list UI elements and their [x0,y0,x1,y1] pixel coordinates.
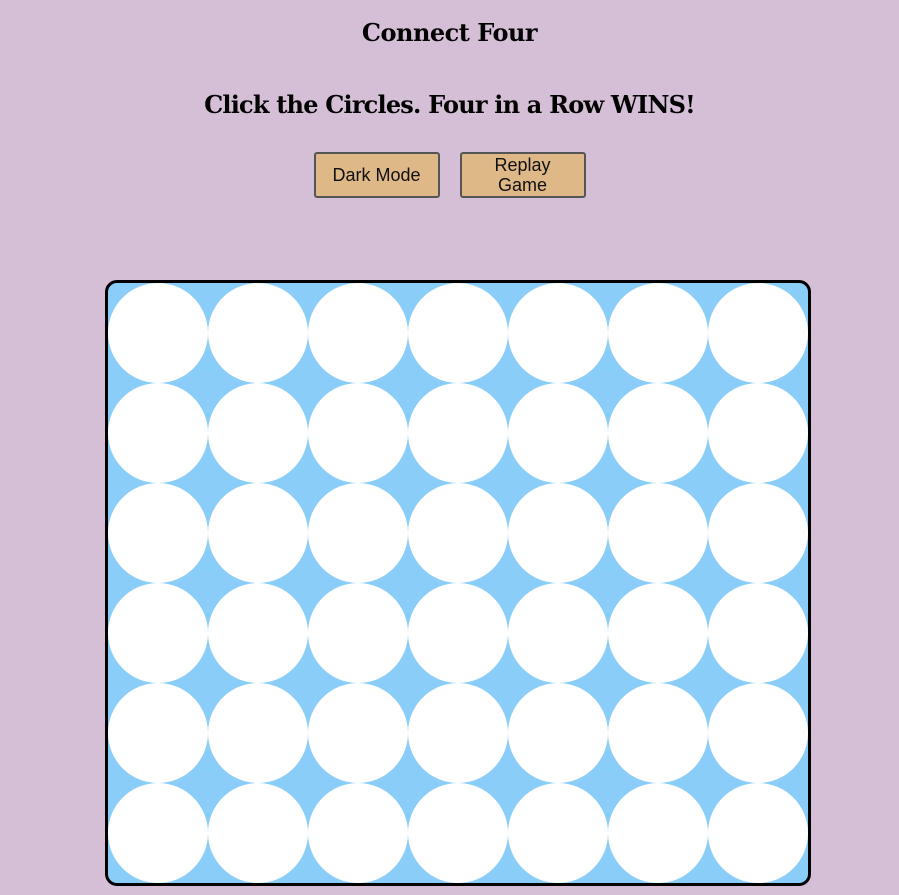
board-cell[interactable] [208,383,308,483]
board-cell[interactable] [608,383,708,483]
board-cell[interactable] [508,483,608,583]
board-cell[interactable] [208,783,308,883]
board-cell[interactable] [708,583,808,683]
board-cell[interactable] [108,283,208,383]
instructions-heading: Click the Circles. Four in a Row WINS! [204,90,696,119]
board-cell[interactable] [708,483,808,583]
board-cell[interactable] [708,783,808,883]
board-cell[interactable] [308,683,408,783]
board-cell[interactable] [608,783,708,883]
board-cell[interactable] [108,783,208,883]
board-cell[interactable] [308,283,408,383]
controls-bar: Dark Mode Replay Game [0,152,899,198]
board-cell[interactable] [508,583,608,683]
board-cell[interactable] [708,683,808,783]
board-cell[interactable] [408,783,508,883]
replay-game-button[interactable]: Replay Game [459,152,586,198]
replay-game-button-label: Replay Game [494,155,551,195]
board-cell[interactable] [608,283,708,383]
board-cell[interactable] [508,383,608,483]
board-cell[interactable] [508,683,608,783]
board-cell[interactable] [408,283,508,383]
board-cell[interactable] [208,583,308,683]
board-cell[interactable] [108,383,208,483]
board-cell[interactable] [208,683,308,783]
board-cell[interactable] [308,783,408,883]
board-cell[interactable] [308,583,408,683]
board-cell[interactable] [208,283,308,383]
page-title: Connect Four [361,18,538,47]
dark-mode-button-label: Dark Mode [332,165,421,185]
board-cell[interactable] [108,483,208,583]
board-cell[interactable] [408,383,508,483]
board-cell[interactable] [708,383,808,483]
board-cell[interactable] [108,683,208,783]
board-cell[interactable] [508,783,608,883]
board-cell[interactable] [308,483,408,583]
board-cell[interactable] [308,383,408,483]
board-cell[interactable] [708,283,808,383]
board-cell[interactable] [108,583,208,683]
board-cell[interactable] [608,483,708,583]
board-cell[interactable] [208,483,308,583]
board-cell[interactable] [408,683,508,783]
board-cell[interactable] [608,583,708,683]
dark-mode-button[interactable]: Dark Mode [313,152,440,198]
board-cell[interactable] [508,283,608,383]
board-cell[interactable] [408,583,508,683]
board-cell[interactable] [608,683,708,783]
board-cell[interactable] [408,483,508,583]
game-board [105,280,811,886]
board-grid [108,283,808,883]
